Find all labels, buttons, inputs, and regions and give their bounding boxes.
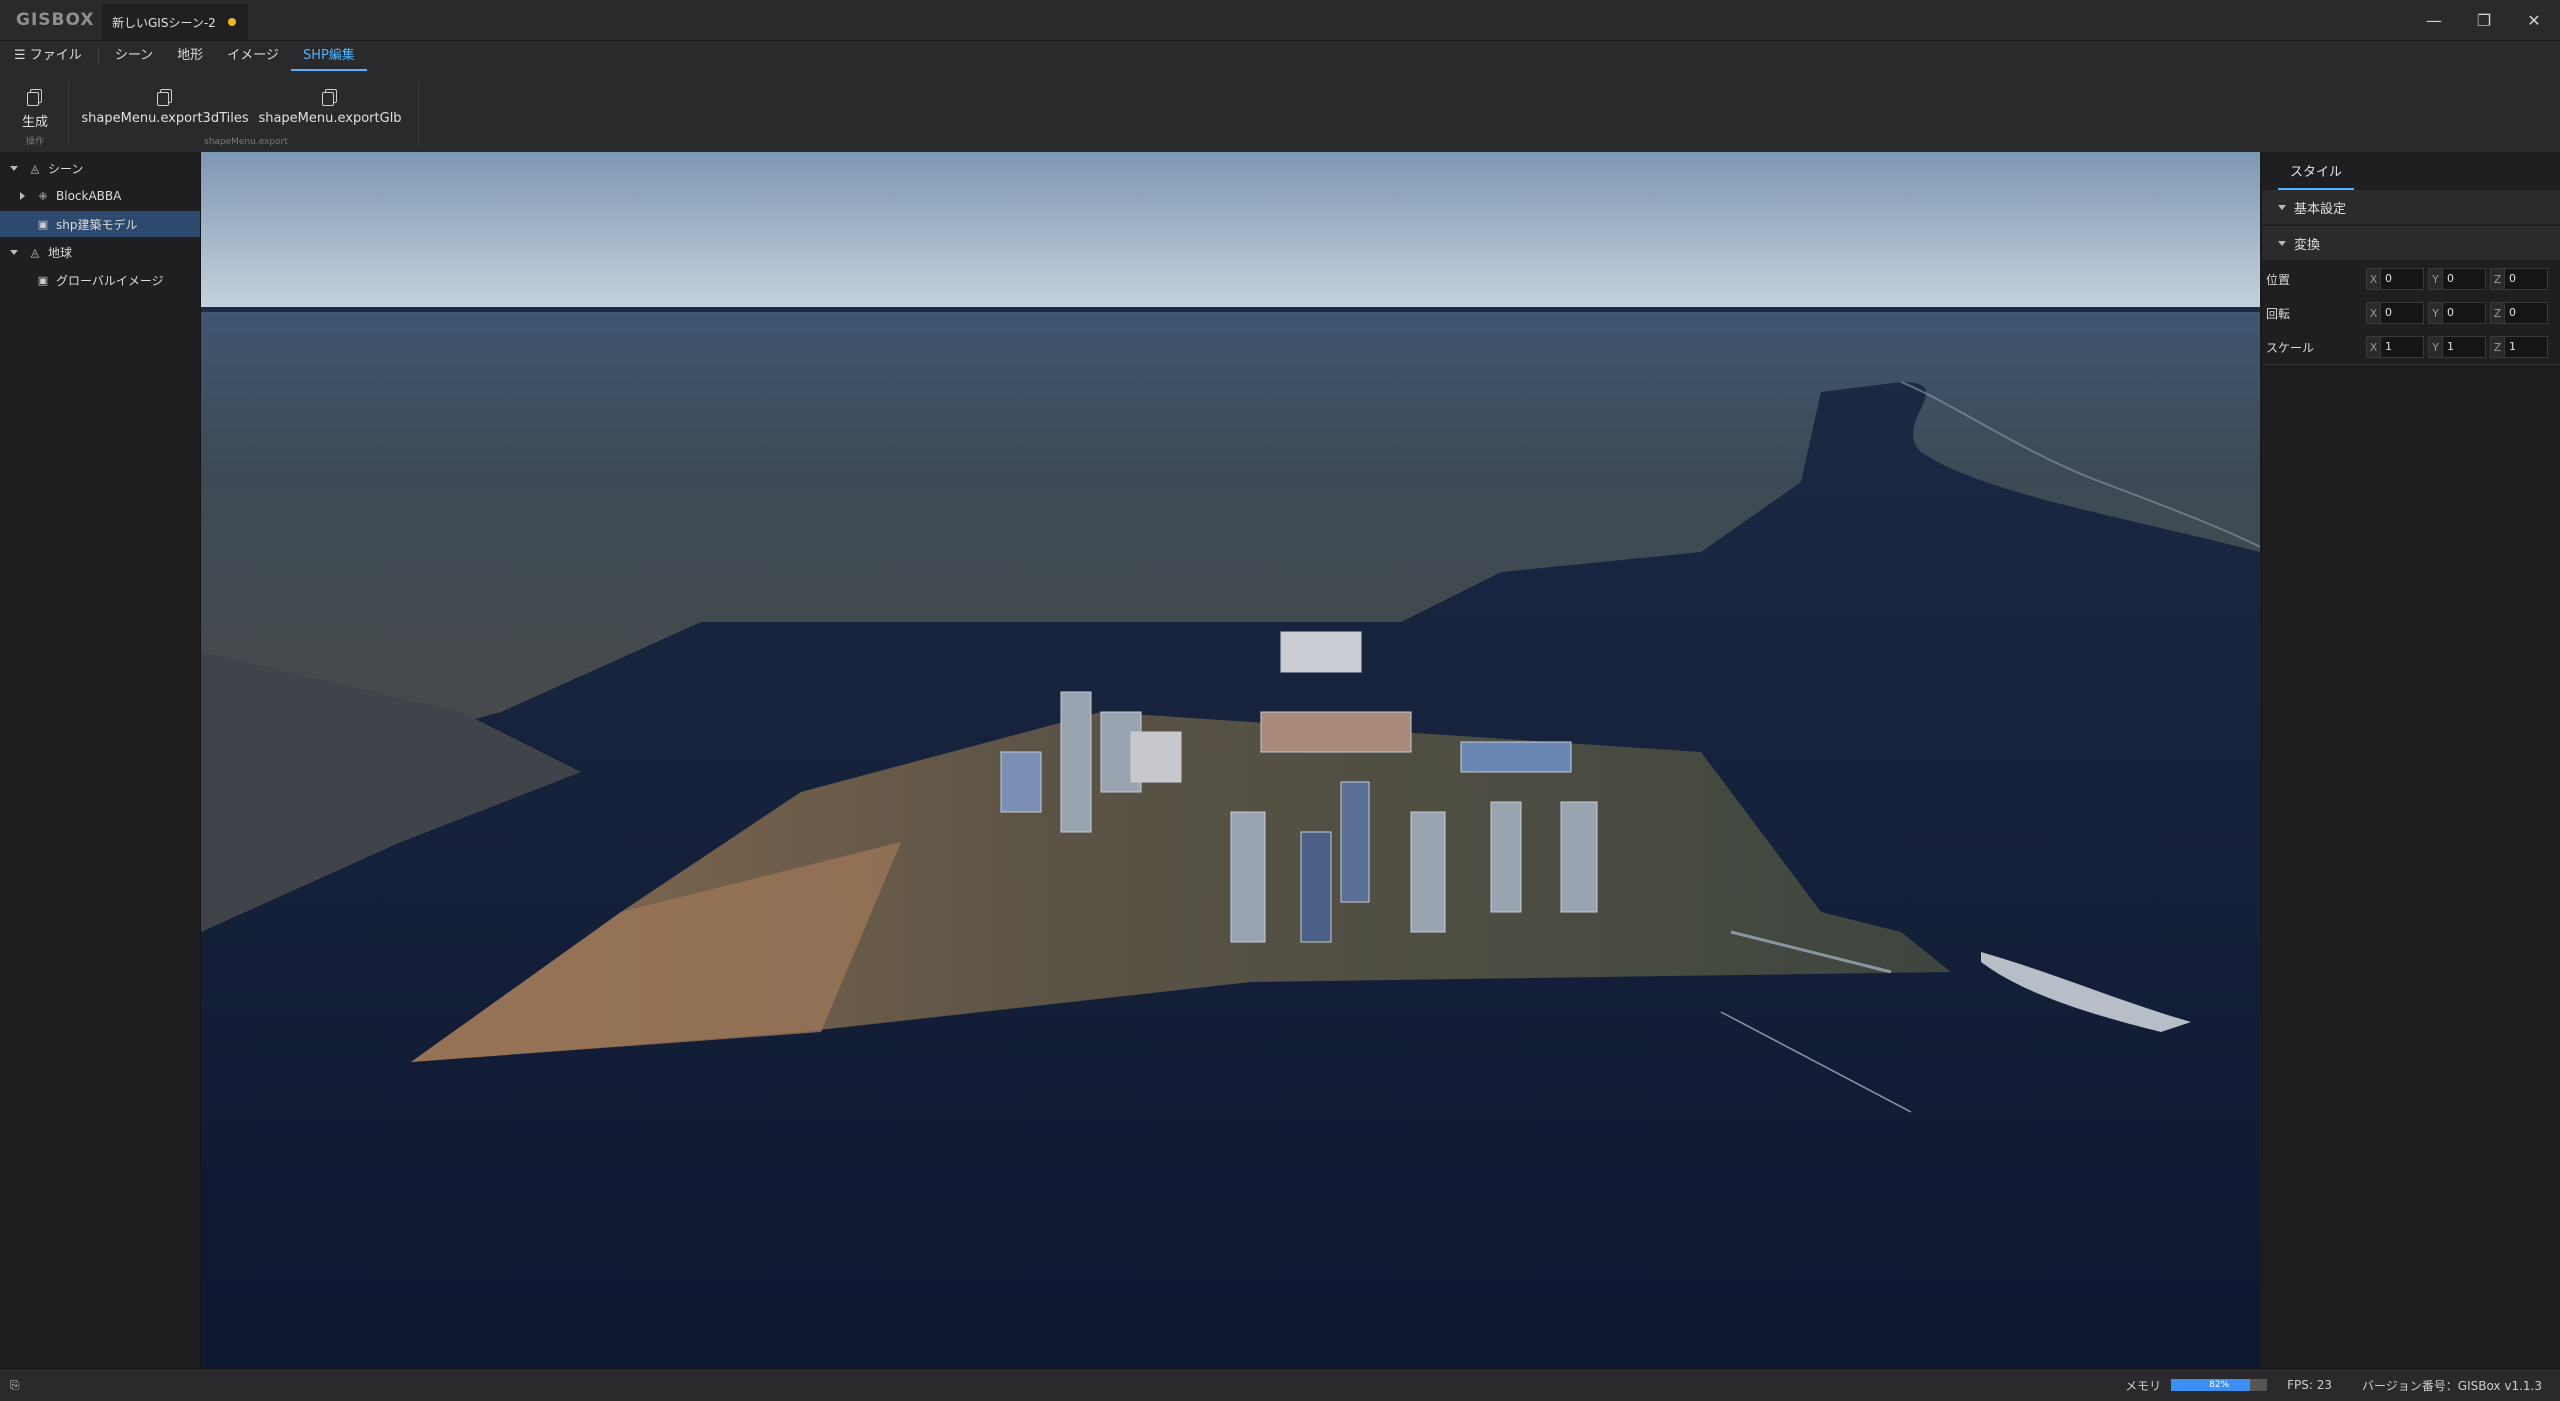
panel-divider	[2262, 364, 2560, 365]
menu-bar: ☰ ファイル シーン 地形 イメージ SHP編集	[0, 41, 2560, 71]
tree-item-global-imagery[interactable]: ▣ グローバルイメージ	[0, 267, 200, 293]
tree-item-shp-building-model[interactable]: ▣ shp建築モデル	[0, 211, 200, 237]
layers-icon: ◬	[30, 245, 40, 259]
menu-divider	[97, 48, 99, 64]
generate-label: 生成	[21, 115, 48, 130]
title-bar: GISBOX 新しいGISシーン-2 — ❐ ✕	[0, 0, 2560, 41]
scale-x-input[interactable]: 1	[2380, 336, 2424, 358]
ribbon-divider	[68, 81, 69, 145]
copy-icon	[322, 89, 338, 106]
section-label: 変換	[2294, 237, 2321, 253]
axis-x-label: X	[2366, 302, 2380, 324]
aerial-scene-render[interactable]	[201, 152, 2260, 1368]
ribbon-toolbar: 生成 操作 shapeMenu.export3dTiles shapeMenu.…	[0, 71, 2560, 153]
position-label: 位置	[2266, 272, 2291, 287]
tree-item-label: グローバルイメージ	[56, 273, 164, 288]
rotation-label: 回転	[2266, 306, 2291, 321]
fps-readout: FPS: 23	[2287, 1378, 2333, 1392]
tree-item-label: shp建築モデル	[56, 217, 138, 232]
tree-item-label: 地球	[48, 245, 73, 260]
axis-y-label: Y	[2428, 268, 2442, 290]
restore-button[interactable]: ❐	[2470, 8, 2498, 32]
rotation-z-input[interactable]: 0	[2504, 302, 2548, 324]
ribbon-group-operation: 生成 操作	[10, 89, 60, 147]
property-panel: スタイル 基本設定 変換 位置 X0 Y0 Z0 回転 X0 Y0 Z0 スケー…	[2261, 152, 2560, 1368]
position-y-input[interactable]: 0	[2442, 268, 2486, 290]
unsaved-indicator-icon	[227, 18, 236, 26]
memory-usage-bar: 82%	[2171, 1379, 2268, 1391]
tree-item-blockabba[interactable]: ⁜ BlockABBA	[0, 183, 200, 209]
position-x-input[interactable]: 0	[2380, 268, 2424, 290]
export-3dtiles-button[interactable]: shapeMenu.export3dTiles	[81, 89, 249, 126]
menu-shp-edit[interactable]: SHP編集	[290, 41, 367, 71]
position-z-input[interactable]: 0	[2504, 268, 2548, 290]
copy-icon	[26, 89, 43, 106]
axis-x-label: X	[2366, 268, 2380, 290]
hamburger-icon: ☰	[14, 48, 26, 63]
menu-terrain[interactable]: 地形	[165, 41, 215, 71]
scale-y-input[interactable]: 1	[2442, 336, 2486, 358]
close-button[interactable]: ✕	[2520, 8, 2548, 32]
image-icon: ▣	[37, 217, 49, 231]
tree-item-scene[interactable]: ◬ シーン	[0, 155, 200, 181]
rotation-row: 回転 X0 Y0 Z0	[2262, 296, 2560, 330]
copy-icon	[157, 89, 173, 106]
app-logo: GISBOX	[16, 10, 95, 30]
section-label: 基本設定	[2294, 201, 2347, 217]
scale-z-input[interactable]: 1	[2504, 336, 2548, 358]
menu-scene[interactable]: シーン	[103, 41, 165, 71]
section-basic-settings[interactable]: 基本設定	[2262, 190, 2560, 224]
scale-row: スケール X1 Y1 Z1	[2262, 330, 2560, 364]
expand-caret-icon[interactable]	[10, 249, 20, 255]
file-menu-label: ファイル	[29, 48, 82, 63]
generate-button[interactable]: 生成	[22, 89, 48, 130]
document-tab-label: 新しいGISシーン-2	[112, 15, 216, 30]
minimize-button[interactable]: —	[2420, 8, 2448, 32]
layers-icon: ◬	[30, 161, 40, 175]
tree-item-earth[interactable]: ◬ 地球	[0, 239, 200, 265]
axis-y-label: Y	[2428, 336, 2442, 358]
section-transform[interactable]: 変換	[2262, 226, 2560, 260]
expand-caret-icon[interactable]	[10, 165, 20, 171]
tree-item-label: BlockABBA	[56, 189, 122, 203]
ribbon-divider	[418, 81, 419, 145]
ribbon-group-label: shapeMenu.export	[204, 137, 288, 147]
expand-caret-icon	[2278, 204, 2286, 210]
axis-y-label: Y	[2428, 302, 2442, 324]
ribbon-group-label: 操作	[25, 137, 44, 147]
memory-label: メモリ	[2125, 1378, 2162, 1393]
collapse-caret-icon[interactable]	[20, 192, 30, 200]
scale-label: スケール	[2266, 340, 2315, 355]
file-menu[interactable]: ☰ ファイル	[0, 41, 94, 71]
version-label: バージョン番号：GISBox v1.1.3	[2362, 1378, 2542, 1393]
image-icon: ▣	[37, 273, 49, 287]
menu-imagery[interactable]: イメージ	[215, 41, 291, 71]
notification-icon[interactable]: ⎘	[10, 1378, 20, 1393]
model-icon: ⁜	[38, 189, 48, 203]
export-glb-label: shapeMenu.exportGlb	[258, 111, 402, 126]
rotation-y-input[interactable]: 0	[2442, 302, 2486, 324]
3d-viewport[interactable]	[201, 152, 2260, 1368]
position-row: 位置 X0 Y0 Z0	[2262, 262, 2560, 296]
axis-z-label: Z	[2490, 268, 2504, 290]
rotation-x-input[interactable]: 0	[2380, 302, 2424, 324]
export-glb-button[interactable]: shapeMenu.exportGlb	[258, 89, 402, 126]
axis-x-label: X	[2366, 336, 2380, 358]
export-3dtiles-label: shapeMenu.export3dTiles	[81, 111, 249, 126]
tree-item-label: シーン	[48, 161, 84, 176]
tab-style[interactable]: スタイル	[2278, 158, 2355, 190]
expand-caret-icon	[2278, 240, 2286, 246]
axis-z-label: Z	[2490, 302, 2504, 324]
memory-usage-text: 82%	[2209, 1380, 2230, 1390]
scene-tree-panel: ◬ シーン ⁜ BlockABBA ▣ shp建築モデル ◬ 地球 ▣ グローバ…	[0, 152, 201, 1368]
axis-z-label: Z	[2490, 336, 2504, 358]
status-bar: ⎘ メモリ 82% FPS: 23 バージョン番号：GISBox v1.1.3	[0, 1368, 2560, 1401]
document-tab[interactable]: 新しいGISシーン-2	[102, 4, 248, 40]
